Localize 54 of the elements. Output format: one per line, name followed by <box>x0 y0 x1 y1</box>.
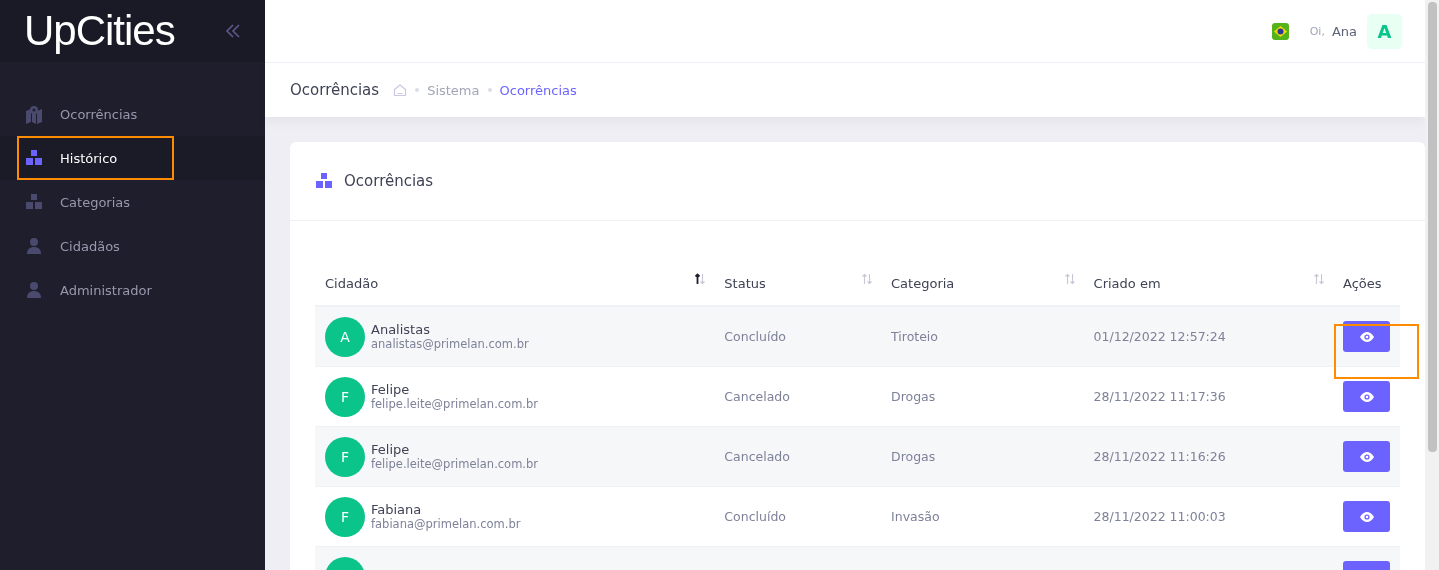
scrollbar[interactable] <box>1425 0 1439 570</box>
sidebar-item[interactable]: Categorias <box>0 180 265 224</box>
sidebar-item[interactable]: Cidadãos <box>0 224 265 268</box>
view-button[interactable] <box>1343 381 1390 412</box>
citizen-email: felipe.leite@primelan.com.br <box>371 457 539 471</box>
user-icon <box>24 280 44 300</box>
citizen-name: Analistas <box>371 322 431 337</box>
citizen-email: felipe.leite@primelan.com.br <box>371 397 539 411</box>
map-pin-icon <box>24 104 44 124</box>
home-icon <box>393 83 408 97</box>
sidebar-item[interactable]: Histórico <box>0 136 265 180</box>
citizen-email: fabiana@primelan.com.br <box>371 517 521 531</box>
user-name: Ana <box>1331 23 1357 39</box>
date-text: 01/12/2022 12:57:24 <box>1093 329 1226 344</box>
date-text: 28/11/2022 11:16:26 <box>1093 449 1226 464</box>
user-icon <box>24 236 44 256</box>
sidebar-item[interactable]: Ocorrências <box>0 92 265 136</box>
view-button[interactable] <box>1343 321 1390 352</box>
citizen-email: analistas@primelan.com.br <box>371 337 529 351</box>
citizen-name: Felipe <box>371 442 411 457</box>
eye-icon <box>1358 450 1375 463</box>
avatar: A <box>325 316 365 357</box>
status-text: Cancelado <box>724 449 790 464</box>
scrollbar-thumb[interactable] <box>1427 2 1437 452</box>
boxes-icon <box>24 192 44 212</box>
logo: UpCities <box>24 10 175 52</box>
avatar: F <box>325 436 365 477</box>
category-text: Invasão <box>891 509 940 524</box>
breadcrumb-link[interactable]: Ocorrências <box>499 82 577 98</box>
avatar: F <box>325 376 365 417</box>
avatar: F <box>325 496 365 537</box>
collapse-icon[interactable] <box>225 24 241 38</box>
date-text: 28/11/2022 11:17:36 <box>1093 389 1226 404</box>
boxes-icon <box>314 171 334 191</box>
brazil-flag-icon <box>1271 22 1289 40</box>
category-text: Drogas <box>891 449 936 464</box>
citizen-name: Fabiana <box>371 502 423 517</box>
eye-icon <box>1358 510 1375 523</box>
page-title: Ocorrências <box>290 81 380 99</box>
sidebar-item[interactable]: Administrador <box>0 268 265 312</box>
category-text: Tiroteio <box>891 329 938 344</box>
boxes-icon <box>24 148 44 168</box>
status-text: Concluído <box>724 329 786 344</box>
greeting-text: Oi, <box>1309 24 1325 38</box>
status-text: Cancelado <box>724 389 790 404</box>
date-text: 28/11/2022 11:00:03 <box>1093 509 1226 524</box>
citizen-name: Felipe <box>371 382 411 397</box>
eye-icon <box>1358 330 1375 343</box>
eye-icon <box>1358 390 1375 403</box>
category-text: Drogas <box>891 389 936 404</box>
status-text: Concluído <box>724 509 786 524</box>
card-title: Ocorrências <box>344 172 434 190</box>
view-button[interactable] <box>1343 441 1390 472</box>
view-button[interactable] <box>1343 501 1390 532</box>
